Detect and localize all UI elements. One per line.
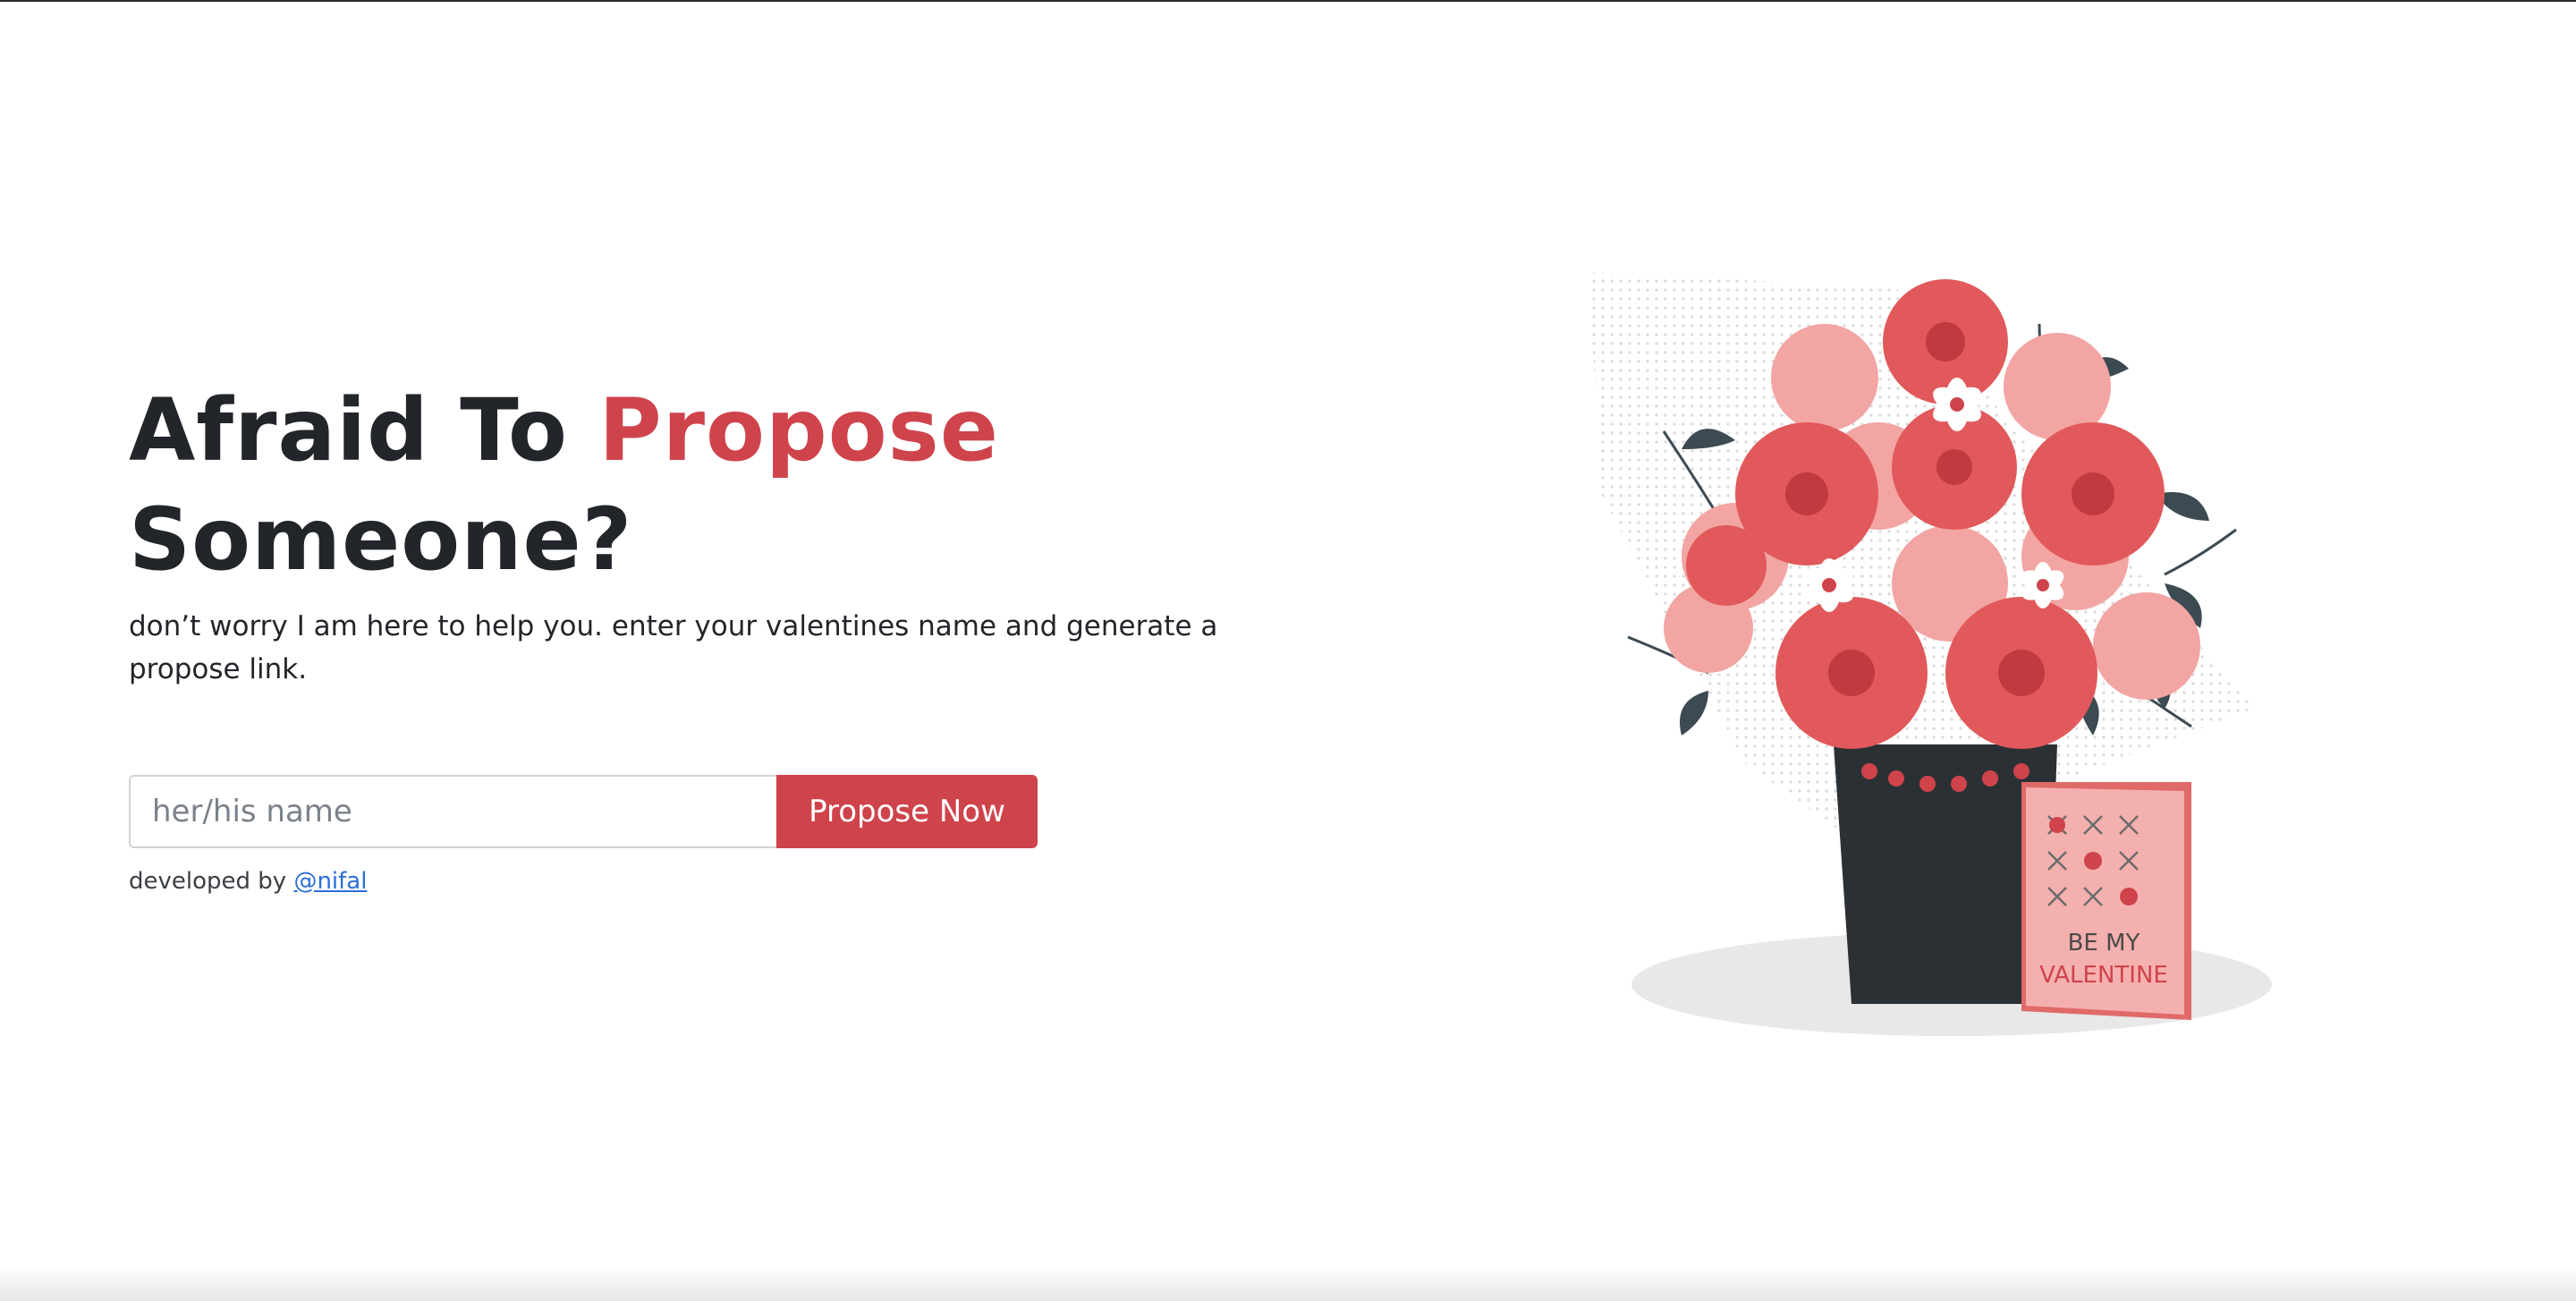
propose-now-button[interactable]: Propose Now — [776, 775, 1038, 848]
propose-form: Propose Now — [129, 775, 1038, 848]
developer-link[interactable]: @nifal — [293, 868, 367, 895]
hero-section: Afraid To Propose Someone? don’t worry I… — [129, 376, 1256, 691]
credit-prefix: developed by — [129, 868, 294, 895]
card-text-line1: BE MY — [2068, 930, 2140, 957]
bottom-shadow — [0, 1265, 2576, 1301]
title-part-2: Someone? — [129, 489, 633, 590]
card-text-line2: VALENTINE — [2039, 962, 2168, 989]
page-subtitle: don’t worry I am here to help you. enter… — [129, 610, 1218, 685]
title-accent-word: Propose — [598, 380, 999, 480]
developer-credit: developed by @nifal — [129, 868, 367, 895]
title-part-1: Afraid To — [129, 380, 599, 480]
page-title: Afraid To Propose Someone? — [129, 376, 1256, 594]
flower-bouquet-illustration: BE MY VALENTINE — [1589, 272, 2272, 1036]
valentine-card: BE MY VALENTINE — [2021, 782, 2191, 1020]
valentine-name-input[interactable] — [129, 775, 776, 848]
